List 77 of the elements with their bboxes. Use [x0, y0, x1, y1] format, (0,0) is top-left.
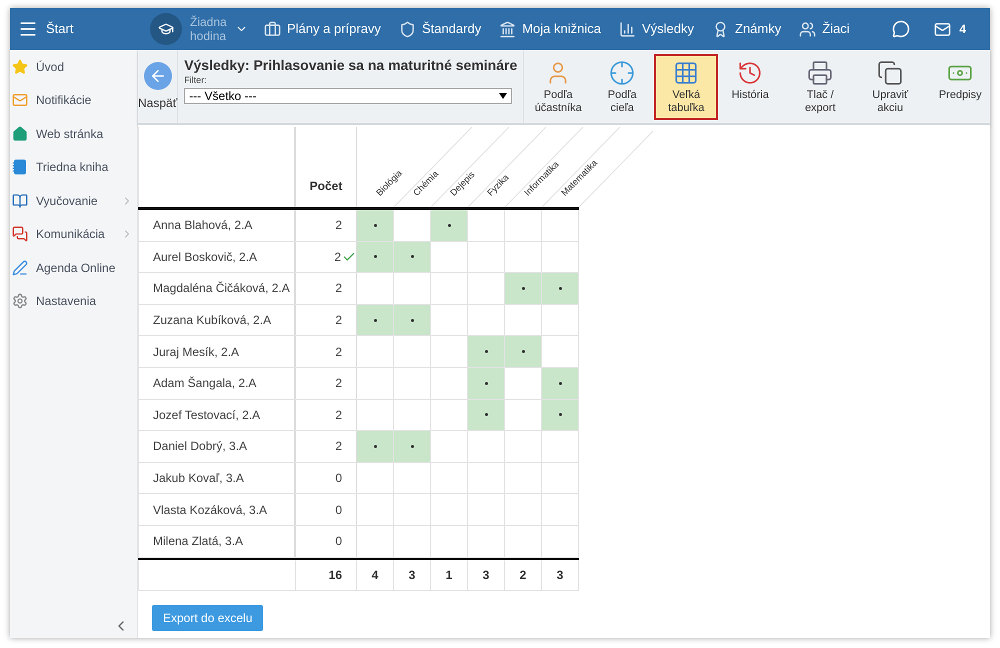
- sidebar-item[interactable]: Web stránka: [10, 117, 137, 150]
- nav-link[interactable]: Štandardy: [398, 19, 482, 39]
- total-cell: 3: [468, 560, 505, 590]
- envelope-icon: [934, 20, 952, 38]
- menu-button[interactable]: Štart: [10, 8, 138, 50]
- sidebar-item[interactable]: Notifikácie: [10, 84, 137, 117]
- toolbar-button[interactable]: Tlač / export: [788, 54, 852, 120]
- sidebar-item[interactable]: Vyučovanie: [10, 184, 137, 218]
- bar-chart-icon: [618, 20, 636, 38]
- nav-link[interactable]: Žiaci: [799, 19, 850, 39]
- book-icon: [12, 192, 28, 209]
- filter-label: Filter:: [184, 74, 208, 87]
- toolbar-button[interactable]: Upraviť akciu: [858, 54, 922, 120]
- student-name: Zuzana Kubíková, 2.A: [138, 304, 296, 336]
- count-cell-text: 2: [335, 438, 342, 456]
- history-icon: [737, 60, 764, 86]
- house-icon: [12, 126, 28, 142]
- chat-icon: [12, 226, 28, 242]
- chat-icon[interactable]: [892, 20, 910, 38]
- mail-button[interactable]: 4: [934, 20, 966, 38]
- printer-icon: [807, 60, 834, 86]
- sidebar-item[interactable]: Úvod: [10, 50, 137, 84]
- student-name: Jakub Kovaľ, 3.A: [138, 462, 296, 494]
- people-icon: [799, 20, 816, 38]
- count-cell-text: 2: [334, 248, 341, 266]
- student-name: Aurel Boskovič, 2.A: [138, 242, 296, 272]
- total-cell: 3: [394, 560, 431, 590]
- star-icon: [12, 58, 28, 75]
- pen-icon: [12, 260, 28, 276]
- student-name: Daniel Dobrý, 3.A: [138, 431, 296, 462]
- total-cell: 4: [357, 560, 394, 590]
- toolbar-button[interactable]: Veľká tabuľka: [654, 54, 718, 120]
- count-cell-text: 2: [335, 344, 342, 361]
- nav-link[interactable]: Moja knižnica: [499, 19, 601, 39]
- caret-icon: [499, 92, 508, 98]
- sidebar-item[interactable]: Triedna kniha: [10, 150, 137, 184]
- student-name: Juraj Mesík, 2.A: [138, 336, 296, 367]
- student-name: Jozef Testovací, 2.A: [138, 400, 296, 430]
- sidebar-item[interactable]: Komunikácia: [10, 218, 137, 251]
- total-cell: 1: [431, 560, 468, 590]
- briefcase-icon: [264, 20, 281, 38]
- count-cell-text: 0: [335, 502, 342, 519]
- settings-icon: [12, 293, 28, 310]
- student-name: Magdaléna Čičáková, 2.A: [138, 273, 296, 304]
- toolbar-button[interactable]: Podľa účastníka: [526, 54, 590, 120]
- back-button[interactable]: Naspäť: [138, 50, 178, 123]
- envelope-icon: [12, 92, 28, 108]
- notebook-icon: [12, 159, 28, 176]
- page-title: Výsledky: Prihlasovanie sa na maturitné semináre: [184, 56, 518, 74]
- nav-link[interactable]: Známky: [712, 19, 782, 39]
- count-cell-text: 2: [335, 406, 342, 424]
- count-cell-text: 2: [335, 312, 342, 330]
- total-cell: 2: [505, 560, 542, 590]
- toolbar-button[interactable]: História: [718, 54, 782, 120]
- documents-icon: [877, 60, 904, 86]
- grid-icon: [673, 60, 700, 86]
- student-name: Anna Blahová, 2.A: [138, 210, 296, 241]
- building-icon: [499, 20, 516, 38]
- nav-link[interactable]: Výsledky: [618, 19, 694, 39]
- count-cell-text: 2: [335, 375, 342, 392]
- toolbar-button[interactable]: Predpisy: [928, 54, 992, 120]
- total-cell: 3: [542, 560, 579, 590]
- student-name: Vlasta Kozáková, 3.A: [138, 494, 296, 525]
- sidebar-item[interactable]: Agenda Online: [10, 251, 137, 284]
- count-cell-text: 0: [335, 470, 342, 488]
- nav-link[interactable]: Plány a prípravy: [264, 19, 381, 39]
- shield-icon: [398, 20, 416, 38]
- graduation-cap-icon: [158, 21, 174, 37]
- filter-dropdown[interactable]: --- Všetko ---: [184, 88, 512, 104]
- count-cell-text: 0: [335, 533, 342, 550]
- student-name: Adam Šangala, 2.A: [138, 368, 296, 399]
- sidebar-item[interactable]: Nastavenia: [10, 284, 137, 318]
- count-cell-text: 2: [335, 217, 342, 234]
- toolbar-button[interactable]: Podľa cieľa: [590, 54, 654, 120]
- target-icon: [609, 60, 636, 86]
- total-cell: 16: [296, 560, 357, 590]
- count-cell-text: 2: [335, 280, 342, 298]
